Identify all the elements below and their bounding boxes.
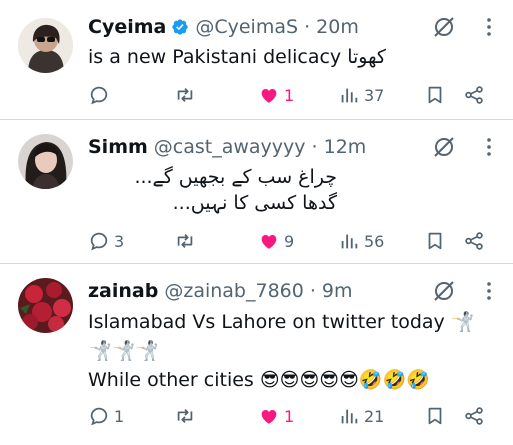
reply-icon: [90, 407, 108, 426]
views-icon: [341, 88, 358, 103]
share-button[interactable]: [463, 80, 485, 110]
bookmark-icon: [428, 86, 442, 104]
share-icon: [465, 86, 483, 104]
bookmark-button[interactable]: [424, 80, 446, 110]
bookmark-button[interactable]: [424, 226, 446, 256]
reply-button[interactable]: [88, 80, 114, 110]
share-button[interactable]: [463, 226, 485, 256]
view-count: 37: [364, 85, 385, 105]
timestamp[interactable]: · 9m: [310, 280, 353, 302]
author-name[interactable]: zainab: [88, 280, 158, 302]
author-handle[interactable]: @CyeimaS: [195, 16, 298, 38]
like-button[interactable]: 1: [258, 80, 294, 110]
mute-icon[interactable]: [431, 278, 457, 304]
views-icon: [341, 409, 358, 424]
like-icon: [261, 89, 277, 103]
avatar-image: [18, 278, 73, 333]
author-handle[interactable]: @zainab_7860: [164, 280, 304, 302]
like-count: 1: [284, 406, 295, 426]
bookmark-icon: [428, 232, 442, 250]
more-icon[interactable]: [487, 138, 491, 156]
tweet-text-latin: is a new Pakistani delicacy: [88, 46, 342, 68]
tweet-line-3: While other cities 😎😎😎😎😎🤣🤣🤣: [88, 369, 430, 391]
verified-badge-icon: [172, 19, 189, 35]
avatar[interactable]: [18, 134, 73, 189]
bookmark-button[interactable]: [424, 401, 446, 431]
view-count: 56: [364, 231, 385, 251]
mute-icon[interactable]: [431, 14, 457, 40]
bookmark-icon: [428, 407, 442, 425]
tweet-text: چراغ سب کے بجھیں گے... گدھا کسی کا نہیں.…: [88, 164, 337, 216]
author-name[interactable]: Cyeima: [88, 16, 166, 38]
tweet-line-1: Islamabad Vs Lahore on twitter today 🤺: [88, 311, 475, 333]
tweet-text: Islamabad Vs Lahore on twitter today 🤺 🤺…: [88, 308, 493, 395]
reply-icon: [90, 232, 108, 251]
avatar-image: [18, 134, 73, 189]
avatar[interactable]: [18, 278, 73, 333]
tweet-line-2: گدھا کسی کا نہیں...: [172, 192, 337, 214]
timestamp[interactable]: · 20m: [304, 16, 359, 38]
tweet-2[interactable]: Simm @cast_awayyyy · 12m چراغ سب کے بجھی…: [0, 120, 513, 264]
reply-icon: [90, 86, 108, 105]
tweet-text: is a new Pakistani delicacy کھوتا: [88, 44, 493, 70]
timestamp[interactable]: · 12m: [312, 136, 367, 158]
reply-button[interactable]: 1: [88, 401, 124, 431]
reply-count: 3: [114, 231, 125, 251]
views-button[interactable]: 21: [338, 401, 384, 431]
avatar[interactable]: [18, 18, 73, 73]
reply-count: 1: [114, 406, 125, 426]
retweet-icon: [177, 408, 193, 424]
views-button[interactable]: 56: [338, 226, 384, 256]
avatar-image: [18, 18, 73, 73]
mute-icon[interactable]: [431, 134, 457, 160]
like-icon: [261, 235, 277, 249]
view-count: 21: [364, 406, 385, 426]
more-icon[interactable]: [487, 282, 491, 300]
author-handle[interactable]: @cast_awayyyy: [154, 136, 306, 158]
like-button[interactable]: 1: [258, 401, 294, 431]
like-icon: [261, 410, 277, 424]
tweet-text-urdu: کھوتا: [347, 46, 386, 68]
share-button[interactable]: [463, 401, 485, 431]
tweet-line-2: 🤺🤺🤺: [88, 340, 159, 362]
like-count: 9: [284, 231, 295, 251]
retweet-button[interactable]: [174, 80, 200, 110]
views-icon: [341, 234, 358, 249]
more-icon[interactable]: [487, 18, 491, 36]
tweet-3[interactable]: zainab @zainab_7860 · 9m Islamabad Vs La…: [0, 264, 513, 445]
author-name[interactable]: Simm: [88, 136, 148, 158]
retweet-button[interactable]: [174, 401, 200, 431]
tweet-line-1: چراغ سب کے بجھیں گے...: [134, 166, 337, 188]
retweet-icon: [177, 233, 193, 249]
share-icon: [465, 232, 483, 250]
like-button[interactable]: 9: [258, 226, 294, 256]
reply-button[interactable]: 3: [88, 226, 124, 256]
retweet-button[interactable]: [174, 226, 200, 256]
retweet-icon: [177, 87, 193, 103]
like-count: 1: [284, 85, 295, 105]
tweet-1[interactable]: Cyeima @CyeimaS · 20m is a new Pakistani…: [0, 0, 513, 120]
views-button[interactable]: 37: [338, 80, 384, 110]
share-icon: [465, 407, 483, 425]
